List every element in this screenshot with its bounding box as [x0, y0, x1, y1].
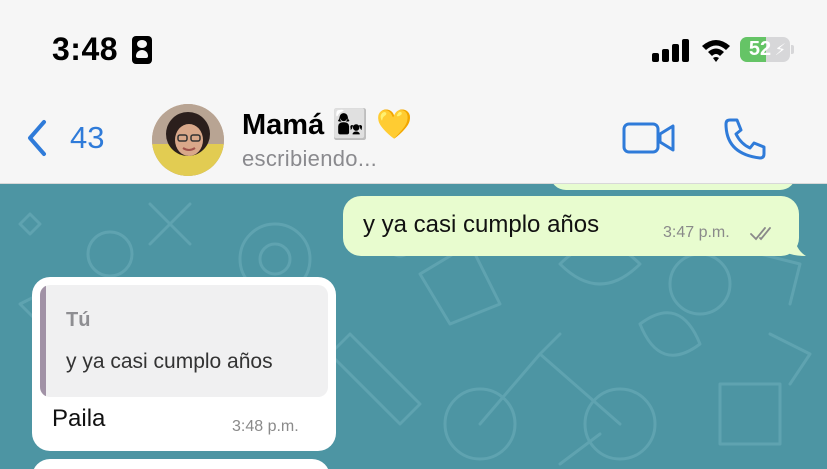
message-text: Paila [52, 405, 106, 432]
avatar-photo [152, 104, 224, 176]
double-check-icon [750, 227, 771, 241]
bubble-tail [782, 236, 806, 256]
unread-count: 43 [70, 120, 105, 155]
back-button[interactable]: 43 [22, 116, 104, 160]
message-time: 3:48 p.m. [232, 418, 299, 435]
battery-charging-icon: 52 ⚡ [740, 37, 790, 62]
status-bar: 3:48 52 ⚡ [0, 0, 827, 96]
quote-text: y ya casi cumplo años [66, 350, 273, 373]
battery-cap [791, 45, 794, 54]
message-text: y ya casi cumplo años [363, 211, 600, 238]
quote-author: Tú [66, 309, 91, 331]
wifi-icon [702, 40, 730, 62]
quote-bar [40, 285, 46, 397]
chat-header: 43 Mamá 👩‍👧 💛 escribiendo... [0, 96, 827, 184]
back-chevron-icon [28, 120, 46, 156]
avatar[interactable] [152, 104, 224, 176]
contact-name[interactable]: Mamá 👩‍👧 💛 [242, 108, 413, 142]
phone-icon[interactable] [720, 116, 768, 162]
next-message-bubble[interactable] [32, 459, 330, 469]
previous-message-bubble [550, 184, 796, 190]
typing-status: escribiendo... [242, 146, 378, 171]
outgoing-message-bubble[interactable]: y ya casi cumplo años 3:47 p.m. [343, 196, 806, 256]
cellular-signal-icon [652, 38, 692, 62]
incoming-message-bubble[interactable]: Tú y ya casi cumplo años Paila 3:48 p.m. [32, 277, 336, 451]
chat-area[interactable]: y ya casi cumplo años 3:47 p.m. Tú y ya … [0, 184, 827, 469]
message-time: 3:47 p.m. [663, 224, 730, 241]
status-time: 3:48 [52, 31, 119, 67]
contact-card-icon [132, 36, 152, 64]
video-call-icon[interactable] [622, 120, 676, 156]
quoted-message[interactable]: Tú y ya casi cumplo años [40, 285, 328, 397]
charging-bolt-icon: ⚡ [774, 42, 786, 59]
